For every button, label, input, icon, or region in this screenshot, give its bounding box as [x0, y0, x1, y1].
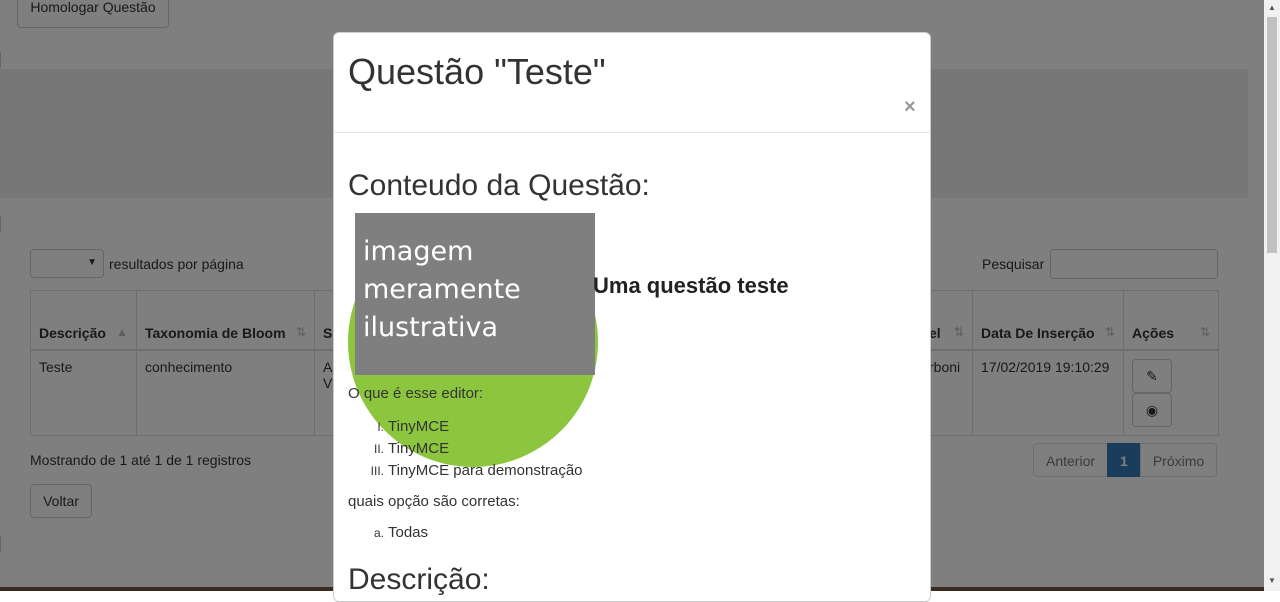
- roman-list: I. TinyMCE II. TinyMCE III. TinyMCE para de…: [348, 416, 583, 482]
- question-heading: Uma questão teste: [593, 273, 789, 298]
- close-icon[interactable]: ×: [904, 96, 916, 119]
- list-item: III. TinyMCE para demonstração: [370, 462, 583, 479]
- placeholder-image: imagem meramente ilustrativa: [355, 213, 595, 375]
- scrollbar-thumb[interactable]: [1267, 17, 1277, 253]
- chevron-up-icon[interactable]: ▲: [1264, 0, 1280, 16]
- page-scrollbar[interactable]: ▲ ▼: [1264, 0, 1280, 591]
- question-modal: Questão "Teste" × Conteudo da Questão: i…: [333, 32, 931, 602]
- list-item: I. TinyMCE: [377, 418, 450, 435]
- list-item: II. TinyMCE: [373, 440, 450, 457]
- content-heading: Conteudo da Questão:: [348, 169, 650, 202]
- modal-title: Questão "Teste": [348, 51, 606, 92]
- modal-header-divider: [334, 132, 930, 133]
- chevron-down-icon[interactable]: ▼: [1264, 573, 1280, 589]
- question-paragraph: O que é esse editor:: [348, 385, 484, 402]
- alpha-list: a. Todas: [348, 522, 428, 544]
- question-paragraph: quais opção são corretas:: [348, 493, 520, 510]
- list-item: a. Todas: [373, 524, 429, 541]
- description-heading: Descrição:: [348, 563, 490, 596]
